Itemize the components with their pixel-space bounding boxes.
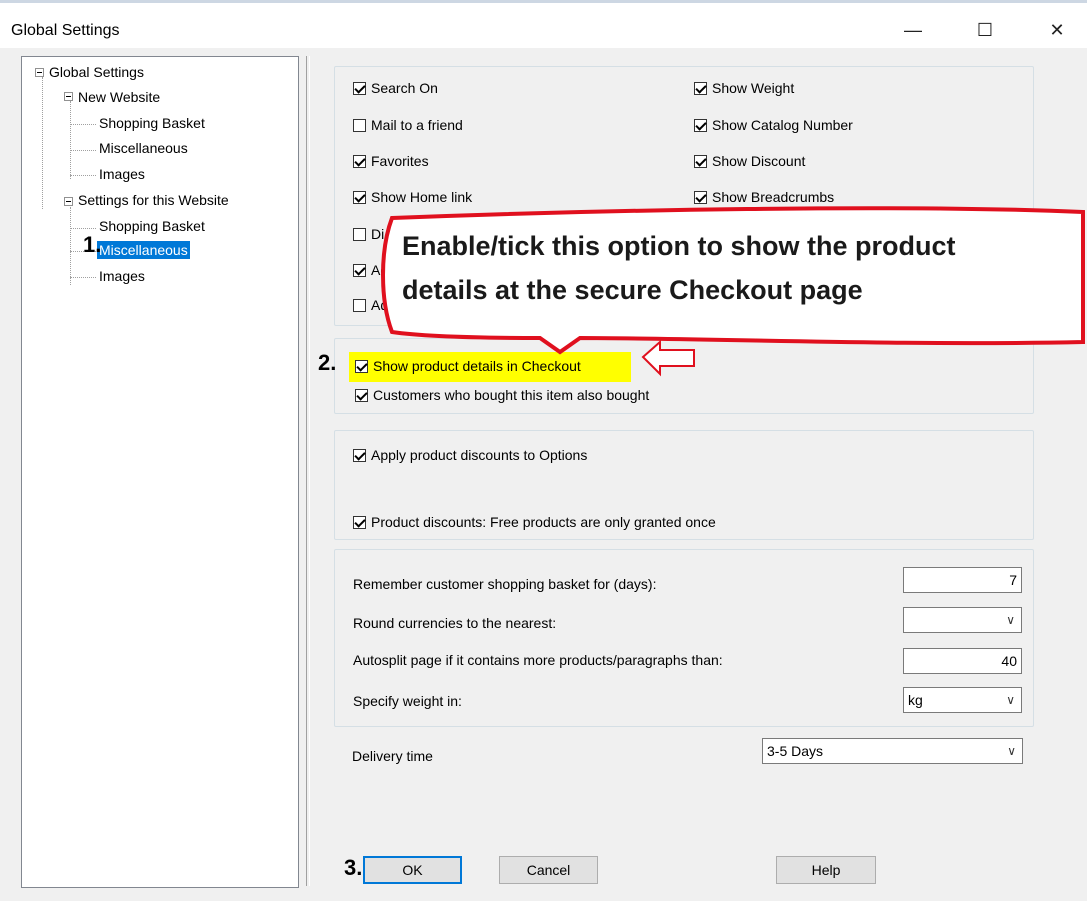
callout-text-line2: details at the secure Checkout page <box>402 275 863 305</box>
step-1-label: 1. <box>83 232 102 257</box>
callout-text-line1: Enable/tick this option to show the prod… <box>402 231 956 261</box>
annotation-overlay <box>381 206 1085 377</box>
red-arrow-icon <box>641 339 695 377</box>
step-3-label: 3. <box>344 855 363 880</box>
step-2-label: 2. <box>318 350 337 375</box>
